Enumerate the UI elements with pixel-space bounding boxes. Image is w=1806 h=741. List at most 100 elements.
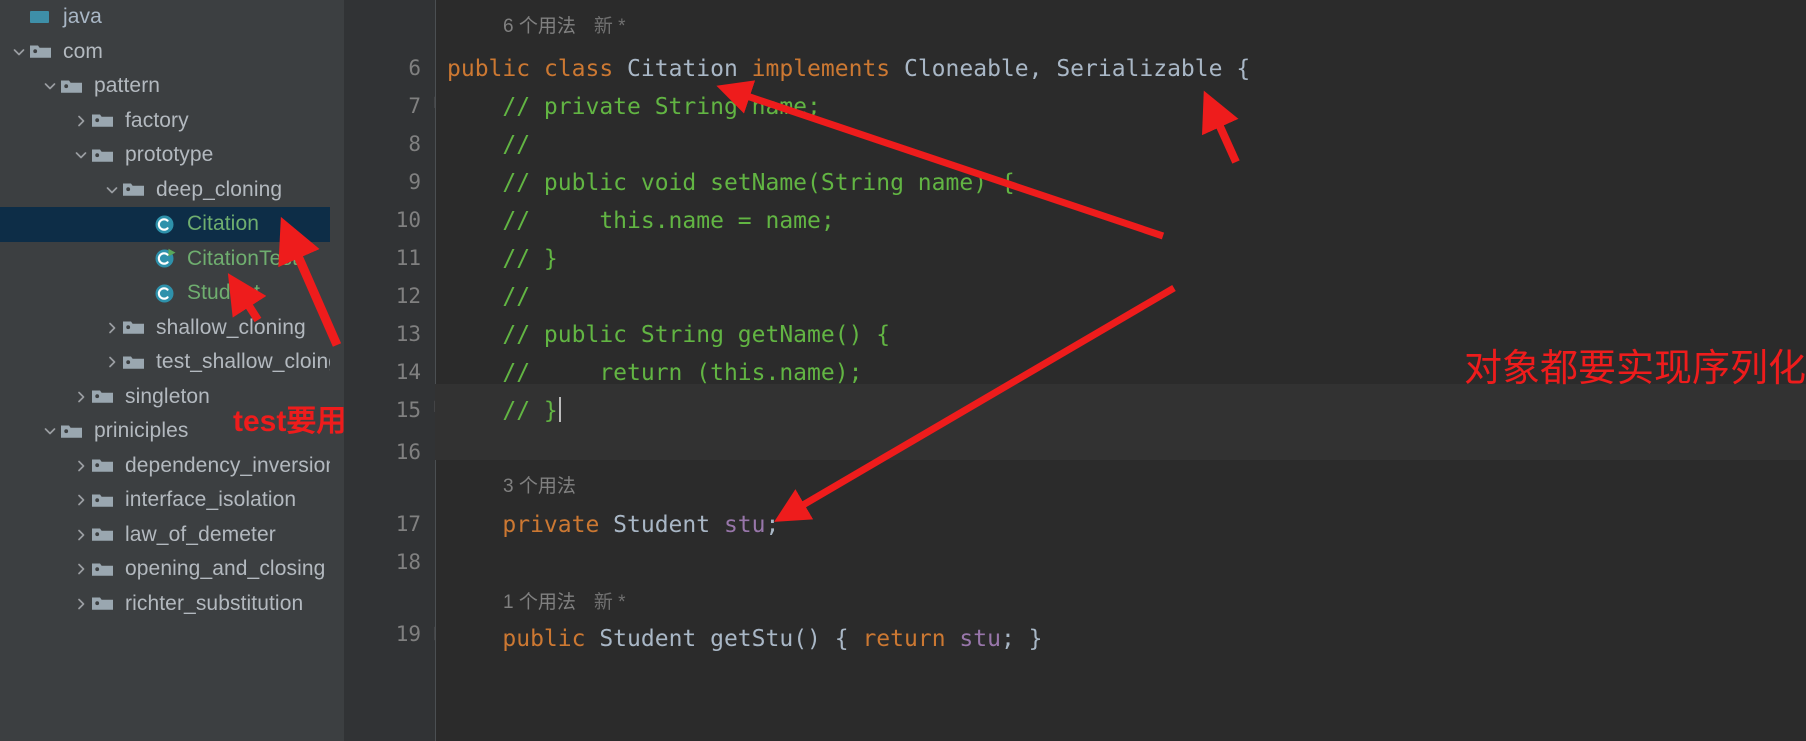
chevron-right-icon[interactable]	[70, 459, 92, 473]
usage-hint[interactable]: 3 个用法	[503, 472, 576, 502]
code-line[interactable]: public Student getStu() { return stu; }	[447, 620, 1042, 658]
tree-item-interface_isolation[interactable]: interface_isolation	[0, 483, 330, 518]
tree-item-label: CitationTest	[187, 246, 298, 270]
folder-icon	[123, 354, 149, 371]
usage-hint-new-marker: 新 *	[593, 16, 626, 37]
usage-hint-count: 6 个用法	[503, 16, 576, 37]
code-line[interactable]: private Student stu;	[447, 506, 779, 544]
chevron-down-icon[interactable]	[101, 183, 123, 197]
code-token: Cloneable	[903, 56, 1029, 82]
code-line[interactable]: // }	[447, 392, 561, 430]
text-caret	[558, 397, 561, 422]
code-token: implements	[751, 56, 904, 82]
line-number: 17	[395, 512, 421, 536]
current-line-highlight	[435, 422, 1806, 460]
folder-icon	[92, 561, 118, 578]
folder-icon	[61, 78, 87, 95]
tree-item-com[interactable]: com	[0, 35, 330, 70]
chevron-down-icon[interactable]	[39, 424, 61, 438]
chevron-right-icon[interactable]	[70, 597, 92, 611]
tree-item-factory[interactable]: factory	[0, 104, 330, 139]
code-token: // this.name = name;	[447, 208, 835, 234]
line-number: 7	[408, 94, 421, 118]
tree-item-label: test_shallow_cloing	[156, 350, 330, 374]
code-token: getStu	[710, 626, 794, 652]
code-line[interactable]: //	[447, 126, 530, 164]
tree-item-priniciples[interactable]: priniciples	[0, 414, 330, 449]
code-line[interactable]: // this.name = name;	[447, 202, 835, 240]
usage-hint[interactable]: 1 个用法新 *	[503, 588, 626, 618]
tree-item-deep_cloning[interactable]: deep_cloning	[0, 173, 330, 208]
gutter-marker-strip	[330, 0, 344, 741]
code-token: // }	[447, 398, 558, 424]
usage-hint[interactable]: 6 个用法新 *	[503, 12, 626, 42]
tree-item-label: opening_and_closing	[125, 557, 326, 581]
tree-item-test_shallow_cloing[interactable]: test_shallow_cloing	[0, 345, 330, 380]
code-line[interactable]: // public void setName(String name) {	[447, 164, 1015, 202]
chevron-down-icon[interactable]	[8, 45, 30, 59]
chevron-down-icon[interactable]	[70, 148, 92, 162]
folder-icon	[92, 388, 118, 405]
tree-item-label: singleton	[125, 384, 210, 408]
ide-window: java com pattern factory prototype deep_cloni…	[0, 0, 1806, 741]
folder-icon	[92, 492, 118, 509]
editor-gutter[interactable]: 6 7 8 9 10 11 12 13 14 15 16 17 18 19	[330, 0, 449, 741]
line-number: 16	[395, 440, 421, 464]
tree-item-label: factory	[125, 108, 189, 132]
chevron-right-icon[interactable]	[70, 114, 92, 128]
tree-item-citationtest[interactable]: CitationTest	[0, 242, 330, 277]
tree-item-student[interactable]: Student	[0, 276, 330, 311]
code-line[interactable]: public class Citation implements Cloneab…	[447, 50, 1250, 88]
code-token: // public void setName(String name) {	[447, 170, 1015, 196]
code-line[interactable]: //	[447, 278, 530, 316]
tree-item-label: richter_substitution	[125, 591, 304, 615]
editor-left-border	[435, 0, 436, 741]
tree-item-label: dependency_inversion	[125, 453, 330, 477]
chevron-right-icon[interactable]	[70, 390, 92, 404]
code-token: Citation	[627, 56, 752, 82]
line-number: 8	[408, 132, 421, 156]
line-number: 19	[395, 622, 421, 646]
tree-item-shallow_cloning[interactable]: shallow_cloning	[0, 311, 330, 346]
tree-item-prototype[interactable]: prototype	[0, 138, 330, 173]
code-token: //	[447, 132, 531, 158]
code-token: ; }	[1000, 626, 1043, 652]
code-token: // }	[447, 246, 558, 272]
code-line[interactable]: // public String getName() {	[447, 316, 890, 354]
chevron-right-icon[interactable]	[70, 528, 92, 542]
chevron-down-icon[interactable]	[39, 79, 61, 93]
line-number: 12	[395, 284, 421, 308]
project-tree-panel[interactable]: java com pattern factory prototype deep_cloni…	[0, 0, 330, 741]
tree-item-label: priniciples	[94, 419, 189, 443]
tree-item-law_of_demeter[interactable]: law_of_demeter	[0, 518, 330, 553]
code-token: Student	[613, 512, 724, 538]
line-number: 13	[395, 322, 421, 346]
line-number: 6	[408, 56, 421, 80]
code-token: stu	[959, 626, 1001, 652]
code-line[interactable]: // return (this.name);	[447, 354, 862, 392]
code-token: stu	[723, 512, 766, 538]
tree-item-citation[interactable]: Citation	[0, 207, 330, 242]
tree-item-label: law_of_demeter	[125, 522, 276, 546]
folder-icon	[123, 319, 149, 336]
tree-item-dependency_inversion[interactable]: dependency_inversion	[0, 449, 330, 484]
tree-item-label: Student	[187, 281, 261, 305]
chevron-right-icon[interactable]	[70, 493, 92, 507]
code-token: public	[447, 56, 544, 82]
line-number: 10	[395, 208, 421, 232]
chevron-right-icon[interactable]	[101, 321, 123, 335]
tree-item-richter_substitution[interactable]: richter_substitution	[0, 587, 330, 622]
code-token: //	[447, 284, 531, 310]
tree-item-singleton[interactable]: singleton	[0, 380, 330, 415]
tree-item-pattern[interactable]: pattern	[0, 69, 330, 104]
chevron-right-icon[interactable]	[70, 562, 92, 576]
tree-item-opening_and_closing[interactable]: opening_and_closing	[0, 552, 330, 587]
code-token: ,	[1028, 56, 1057, 82]
tree-item-java[interactable]: java	[0, 0, 330, 35]
line-number: 18	[395, 550, 421, 574]
code-line[interactable]: // }	[447, 240, 558, 278]
chevron-right-icon[interactable]	[101, 355, 123, 369]
code-editor[interactable]: 6 个用法新 * 3 个用法 1 个用法新 * public class Citati…	[435, 0, 1806, 741]
tree-item-label: java	[63, 5, 102, 29]
java-class-icon	[154, 283, 180, 304]
